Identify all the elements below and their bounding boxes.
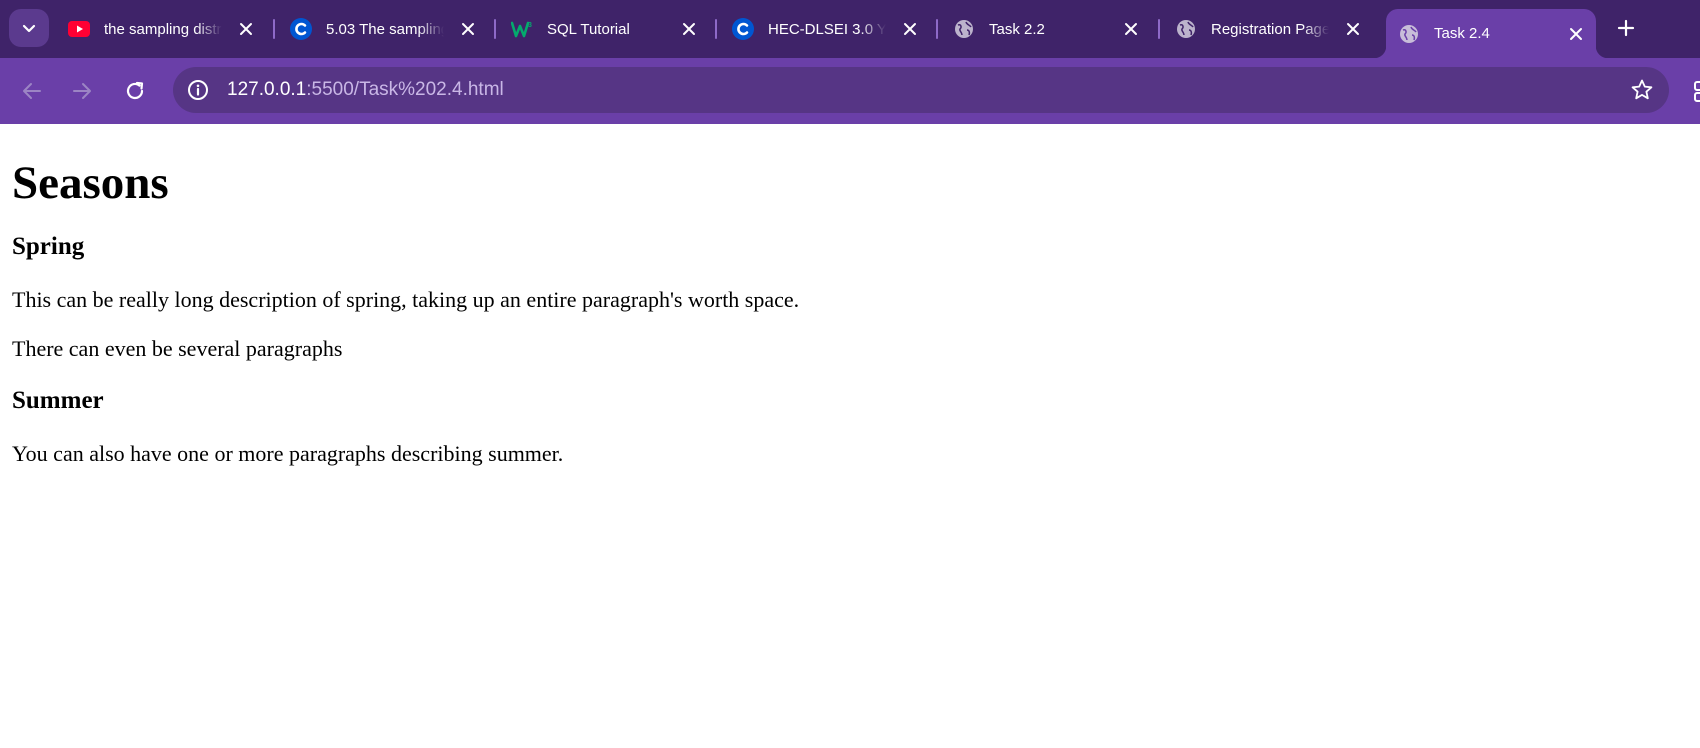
w3schools-icon: 3 xyxy=(511,18,533,40)
reload-icon xyxy=(126,81,144,100)
page-title: Seasons xyxy=(12,157,169,209)
arrow-right-icon xyxy=(73,83,91,99)
close-tab-icon[interactable] xyxy=(456,17,480,41)
star-icon xyxy=(1631,79,1653,100)
url-host: 127.0.0.1 xyxy=(227,79,307,100)
tab-separator xyxy=(1158,19,1160,39)
tab-title: the sampling distribution xyxy=(104,20,222,38)
tab-title: Task 2.4 xyxy=(1434,25,1490,42)
url-path: :5500/Task%202.4.html xyxy=(306,79,504,100)
tab-sql-tutorial[interactable]: 3 SQL Tutorial xyxy=(499,10,701,48)
chevron-down-icon xyxy=(22,24,36,33)
section-heading-summer: Summer xyxy=(12,386,104,414)
url-text: 127.0.0.1:5500/Task%202.4.html xyxy=(227,79,504,101)
bookmark-button[interactable] xyxy=(1627,75,1657,105)
new-tab-button[interactable] xyxy=(1610,12,1642,44)
arrow-left-icon xyxy=(23,83,41,99)
back-button[interactable] xyxy=(16,75,48,107)
tab-sampling-distribution[interactable]: the sampling distribution xyxy=(56,10,258,48)
svg-text:3: 3 xyxy=(528,22,532,29)
site-info-button[interactable] xyxy=(183,75,213,105)
close-tab-icon[interactable] xyxy=(1341,17,1365,41)
reload-button[interactable] xyxy=(119,75,151,107)
coursera-icon xyxy=(290,18,312,40)
address-bar[interactable]: 127.0.0.1:5500/Task%202.4.html xyxy=(173,67,1669,113)
close-tab-icon[interactable] xyxy=(1119,17,1143,41)
spring-paragraph-1: This can be really long description of s… xyxy=(12,286,800,312)
plus-icon xyxy=(1617,19,1635,37)
tab-title: SQL Tutorial xyxy=(547,20,630,38)
tab-separator xyxy=(936,19,938,39)
info-icon xyxy=(188,80,208,100)
globe-icon xyxy=(953,18,975,40)
tab-separator xyxy=(494,19,496,39)
tab-separator xyxy=(715,19,717,39)
tab-task-2-2[interactable]: Task 2.2 xyxy=(941,10,1143,48)
tab-title: HEC-DLSEI 3.0 Y1 xyxy=(768,20,886,38)
globe-icon xyxy=(1175,18,1197,40)
tab-title: 5.03 The sampling distribution xyxy=(326,20,444,38)
coursera-icon xyxy=(732,18,754,40)
tab-search-button[interactable] xyxy=(9,9,49,47)
section-heading-spring: Spring xyxy=(12,233,85,261)
close-tab-icon[interactable] xyxy=(677,17,701,41)
youtube-icon xyxy=(68,18,90,40)
close-tab-icon[interactable] xyxy=(234,17,258,41)
tab-title: Task 2.2 xyxy=(989,20,1045,38)
page-content: Seasons Spring This can be really long d… xyxy=(0,156,1700,468)
forward-button[interactable] xyxy=(66,75,98,107)
tab-registration-page[interactable]: Registration Page xyxy=(1163,10,1365,48)
globe-icon xyxy=(1398,23,1420,45)
extensions-icon[interactable] xyxy=(1693,80,1700,104)
tab-task-2-4[interactable]: Task 2.4 xyxy=(1374,9,1608,58)
tab-5-03-sampling[interactable]: 5.03 The sampling distribution xyxy=(278,10,480,48)
close-tab-icon[interactable] xyxy=(1564,22,1588,46)
summer-paragraph-1: You can also have one or more paragraphs… xyxy=(12,441,564,467)
tab-title: Registration Page xyxy=(1211,20,1329,38)
spring-paragraph-2: There can even be several paragraphs xyxy=(12,336,343,362)
tab-separator xyxy=(273,19,275,39)
close-tab-icon[interactable] xyxy=(898,17,922,41)
tab-strip: the sampling distribution 5.03 The sampl… xyxy=(0,0,1700,58)
tab-hec-dlsei[interactable]: HEC-DLSEI 3.0 Y1 xyxy=(720,10,922,48)
browser-toolbar: 127.0.0.1:5500/Task%202.4.html xyxy=(0,58,1700,124)
